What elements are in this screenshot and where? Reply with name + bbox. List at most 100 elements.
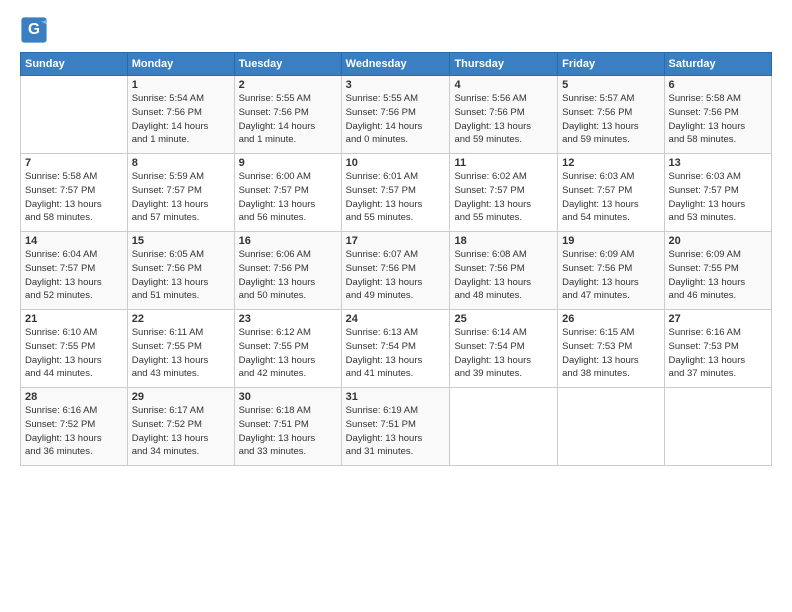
day-info: Sunrise: 6:00 AM Sunset: 7:57 PM Dayligh… xyxy=(239,170,337,225)
day-number: 16 xyxy=(239,235,337,247)
day-info: Sunrise: 6:13 AM Sunset: 7:54 PM Dayligh… xyxy=(346,326,446,381)
week-row-2: 7Sunrise: 5:58 AM Sunset: 7:57 PM Daylig… xyxy=(21,154,772,232)
day-info: Sunrise: 6:18 AM Sunset: 7:51 PM Dayligh… xyxy=(239,404,337,459)
day-header-wednesday: Wednesday xyxy=(341,53,450,76)
day-info: Sunrise: 6:09 AM Sunset: 7:55 PM Dayligh… xyxy=(669,248,767,303)
day-cell: 22Sunrise: 6:11 AM Sunset: 7:55 PM Dayli… xyxy=(127,310,234,388)
day-info: Sunrise: 6:17 AM Sunset: 7:52 PM Dayligh… xyxy=(132,404,230,459)
day-cell: 24Sunrise: 6:13 AM Sunset: 7:54 PM Dayli… xyxy=(341,310,450,388)
svg-text:G: G xyxy=(28,21,40,38)
day-cell: 31Sunrise: 6:19 AM Sunset: 7:51 PM Dayli… xyxy=(341,388,450,466)
day-number: 17 xyxy=(346,235,446,247)
day-number: 12 xyxy=(562,157,659,169)
day-info: Sunrise: 6:05 AM Sunset: 7:56 PM Dayligh… xyxy=(132,248,230,303)
day-cell: 25Sunrise: 6:14 AM Sunset: 7:54 PM Dayli… xyxy=(450,310,558,388)
day-number: 6 xyxy=(669,79,767,91)
day-cell: 21Sunrise: 6:10 AM Sunset: 7:55 PM Dayli… xyxy=(21,310,128,388)
day-cell: 29Sunrise: 6:17 AM Sunset: 7:52 PM Dayli… xyxy=(127,388,234,466)
day-info: Sunrise: 5:58 AM Sunset: 7:56 PM Dayligh… xyxy=(669,92,767,147)
day-info: Sunrise: 6:08 AM Sunset: 7:56 PM Dayligh… xyxy=(454,248,553,303)
day-number: 1 xyxy=(132,79,230,91)
day-number: 3 xyxy=(346,79,446,91)
day-cell: 9Sunrise: 6:00 AM Sunset: 7:57 PM Daylig… xyxy=(234,154,341,232)
day-number: 13 xyxy=(669,157,767,169)
day-cell: 10Sunrise: 6:01 AM Sunset: 7:57 PM Dayli… xyxy=(341,154,450,232)
day-cell: 18Sunrise: 6:08 AM Sunset: 7:56 PM Dayli… xyxy=(450,232,558,310)
logo-icon: G xyxy=(20,16,48,44)
day-info: Sunrise: 6:12 AM Sunset: 7:55 PM Dayligh… xyxy=(239,326,337,381)
page: G SundayMondayTuesdayWednesdayThursdayFr… xyxy=(0,0,792,612)
day-info: Sunrise: 6:10 AM Sunset: 7:55 PM Dayligh… xyxy=(25,326,123,381)
day-number: 5 xyxy=(562,79,659,91)
day-info: Sunrise: 6:16 AM Sunset: 7:52 PM Dayligh… xyxy=(25,404,123,459)
day-number: 8 xyxy=(132,157,230,169)
day-info: Sunrise: 6:02 AM Sunset: 7:57 PM Dayligh… xyxy=(454,170,553,225)
day-number: 15 xyxy=(132,235,230,247)
day-cell xyxy=(664,388,771,466)
day-number: 23 xyxy=(239,313,337,325)
day-cell: 17Sunrise: 6:07 AM Sunset: 7:56 PM Dayli… xyxy=(341,232,450,310)
day-number: 10 xyxy=(346,157,446,169)
day-number: 4 xyxy=(454,79,553,91)
day-info: Sunrise: 5:59 AM Sunset: 7:57 PM Dayligh… xyxy=(132,170,230,225)
day-cell: 19Sunrise: 6:09 AM Sunset: 7:56 PM Dayli… xyxy=(558,232,664,310)
day-info: Sunrise: 5:54 AM Sunset: 7:56 PM Dayligh… xyxy=(132,92,230,147)
day-header-sunday: Sunday xyxy=(21,53,128,76)
day-number: 29 xyxy=(132,391,230,403)
day-cell: 15Sunrise: 6:05 AM Sunset: 7:56 PM Dayli… xyxy=(127,232,234,310)
day-info: Sunrise: 6:01 AM Sunset: 7:57 PM Dayligh… xyxy=(346,170,446,225)
day-cell: 13Sunrise: 6:03 AM Sunset: 7:57 PM Dayli… xyxy=(664,154,771,232)
day-info: Sunrise: 5:56 AM Sunset: 7:56 PM Dayligh… xyxy=(454,92,553,147)
day-number: 9 xyxy=(239,157,337,169)
day-header-friday: Friday xyxy=(558,53,664,76)
calendar: SundayMondayTuesdayWednesdayThursdayFrid… xyxy=(20,52,772,466)
week-row-4: 21Sunrise: 6:10 AM Sunset: 7:55 PM Dayli… xyxy=(21,310,772,388)
logo: G xyxy=(20,16,52,44)
day-info: Sunrise: 5:57 AM Sunset: 7:56 PM Dayligh… xyxy=(562,92,659,147)
day-cell: 4Sunrise: 5:56 AM Sunset: 7:56 PM Daylig… xyxy=(450,76,558,154)
day-info: Sunrise: 5:58 AM Sunset: 7:57 PM Dayligh… xyxy=(25,170,123,225)
day-header-saturday: Saturday xyxy=(664,53,771,76)
day-cell: 23Sunrise: 6:12 AM Sunset: 7:55 PM Dayli… xyxy=(234,310,341,388)
day-cell: 6Sunrise: 5:58 AM Sunset: 7:56 PM Daylig… xyxy=(664,76,771,154)
day-cell: 20Sunrise: 6:09 AM Sunset: 7:55 PM Dayli… xyxy=(664,232,771,310)
day-cell: 7Sunrise: 5:58 AM Sunset: 7:57 PM Daylig… xyxy=(21,154,128,232)
day-number: 2 xyxy=(239,79,337,91)
day-info: Sunrise: 6:16 AM Sunset: 7:53 PM Dayligh… xyxy=(669,326,767,381)
day-info: Sunrise: 6:07 AM Sunset: 7:56 PM Dayligh… xyxy=(346,248,446,303)
day-number: 31 xyxy=(346,391,446,403)
day-info: Sunrise: 6:19 AM Sunset: 7:51 PM Dayligh… xyxy=(346,404,446,459)
day-info: Sunrise: 6:06 AM Sunset: 7:56 PM Dayligh… xyxy=(239,248,337,303)
day-number: 28 xyxy=(25,391,123,403)
day-cell: 28Sunrise: 6:16 AM Sunset: 7:52 PM Dayli… xyxy=(21,388,128,466)
day-cell: 12Sunrise: 6:03 AM Sunset: 7:57 PM Dayli… xyxy=(558,154,664,232)
week-row-1: 1Sunrise: 5:54 AM Sunset: 7:56 PM Daylig… xyxy=(21,76,772,154)
day-number: 25 xyxy=(454,313,553,325)
day-cell: 27Sunrise: 6:16 AM Sunset: 7:53 PM Dayli… xyxy=(664,310,771,388)
day-cell xyxy=(21,76,128,154)
day-cell: 2Sunrise: 5:55 AM Sunset: 7:56 PM Daylig… xyxy=(234,76,341,154)
day-number: 27 xyxy=(669,313,767,325)
day-header-tuesday: Tuesday xyxy=(234,53,341,76)
calendar-body: 1Sunrise: 5:54 AM Sunset: 7:56 PM Daylig… xyxy=(21,76,772,466)
day-number: 14 xyxy=(25,235,123,247)
day-info: Sunrise: 6:04 AM Sunset: 7:57 PM Dayligh… xyxy=(25,248,123,303)
day-number: 30 xyxy=(239,391,337,403)
day-header-thursday: Thursday xyxy=(450,53,558,76)
day-info: Sunrise: 6:09 AM Sunset: 7:56 PM Dayligh… xyxy=(562,248,659,303)
day-header-monday: Monday xyxy=(127,53,234,76)
header-row: SundayMondayTuesdayWednesdayThursdayFrid… xyxy=(21,53,772,76)
day-cell xyxy=(558,388,664,466)
day-cell: 16Sunrise: 6:06 AM Sunset: 7:56 PM Dayli… xyxy=(234,232,341,310)
day-info: Sunrise: 6:14 AM Sunset: 7:54 PM Dayligh… xyxy=(454,326,553,381)
day-info: Sunrise: 6:15 AM Sunset: 7:53 PM Dayligh… xyxy=(562,326,659,381)
day-info: Sunrise: 6:03 AM Sunset: 7:57 PM Dayligh… xyxy=(562,170,659,225)
day-cell: 8Sunrise: 5:59 AM Sunset: 7:57 PM Daylig… xyxy=(127,154,234,232)
day-cell: 14Sunrise: 6:04 AM Sunset: 7:57 PM Dayli… xyxy=(21,232,128,310)
day-info: Sunrise: 6:11 AM Sunset: 7:55 PM Dayligh… xyxy=(132,326,230,381)
day-info: Sunrise: 6:03 AM Sunset: 7:57 PM Dayligh… xyxy=(669,170,767,225)
day-cell xyxy=(450,388,558,466)
day-number: 24 xyxy=(346,313,446,325)
day-number: 19 xyxy=(562,235,659,247)
calendar-header: SundayMondayTuesdayWednesdayThursdayFrid… xyxy=(21,53,772,76)
